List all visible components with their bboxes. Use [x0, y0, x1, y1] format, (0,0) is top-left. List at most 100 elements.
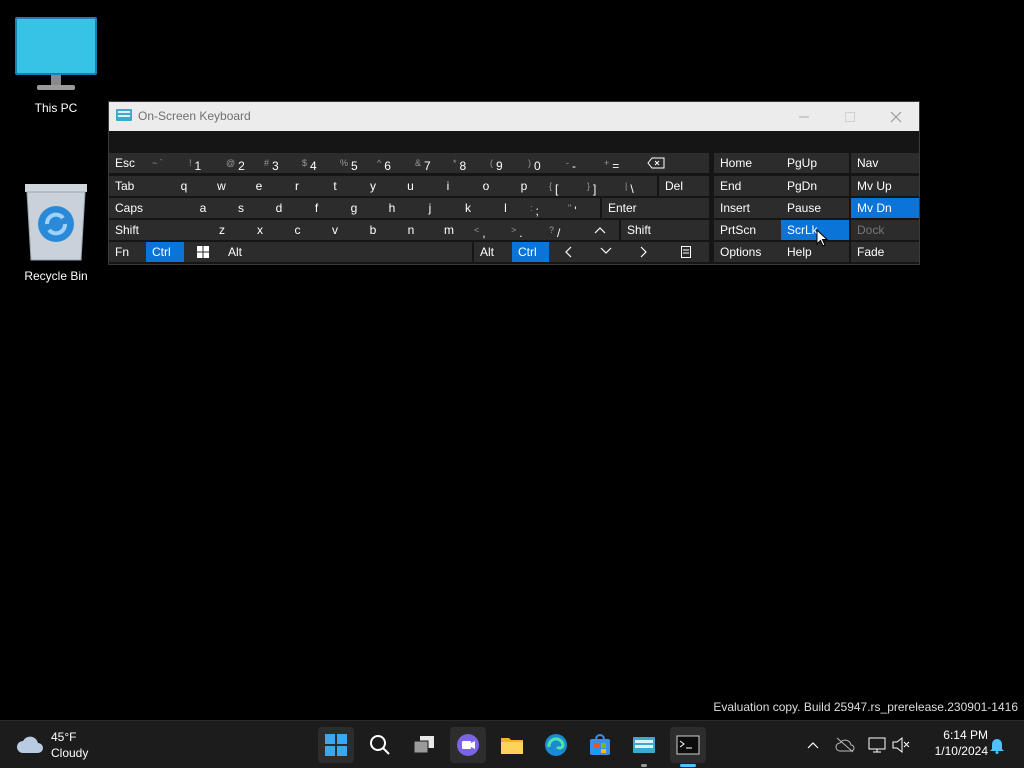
- key-scrlk[interactable]: ScrLk: [781, 220, 849, 240]
- notifications-button[interactable]: [986, 734, 1008, 756]
- key-pause[interactable]: Pause: [781, 198, 849, 218]
- key-menu[interactable]: [663, 242, 709, 262]
- minimize-button[interactable]: [781, 102, 827, 131]
- key-pgup[interactable]: PgUp: [781, 153, 849, 173]
- key-l[interactable]: l: [487, 198, 524, 218]
- key-e[interactable]: e: [240, 176, 278, 196]
- file-explorer-button[interactable]: [494, 727, 530, 763]
- key-alt-right[interactable]: Alt: [474, 242, 512, 262]
- key-alt-left[interactable]: Alt: [222, 242, 260, 262]
- task-view-button[interactable]: [406, 727, 442, 763]
- volume-tray[interactable]: [890, 734, 912, 756]
- onedrive-tray[interactable]: [834, 734, 856, 756]
- key-semicolon[interactable]: :;: [524, 198, 562, 218]
- key-ctrl-right[interactable]: Ctrl: [512, 242, 549, 262]
- search-button[interactable]: [362, 727, 398, 763]
- maximize-button[interactable]: [827, 102, 873, 131]
- key-shift-left[interactable]: Shift: [109, 220, 203, 240]
- key-bracket-open[interactable]: {[: [543, 176, 581, 196]
- key-down-arrow[interactable]: [587, 242, 625, 262]
- key-1[interactable]: ! 1: [183, 153, 220, 173]
- network-tray[interactable]: [866, 734, 888, 756]
- key-m[interactable]: m: [430, 220, 468, 240]
- key-home[interactable]: Home: [714, 153, 781, 173]
- key-9[interactable]: (9: [484, 153, 522, 173]
- chat-button[interactable]: [450, 727, 486, 763]
- key-0[interactable]: ) 0: [522, 153, 560, 173]
- key-6[interactable]: ^ 6: [371, 153, 409, 173]
- key-quote[interactable]: " ': [562, 198, 600, 218]
- key-ctrl-left[interactable]: Ctrl: [146, 242, 184, 262]
- key-n[interactable]: n: [392, 220, 430, 240]
- key-right-arrow[interactable]: [625, 242, 663, 262]
- key-a[interactable]: a: [184, 198, 222, 218]
- key-dock[interactable]: Dock: [851, 220, 919, 240]
- key-options[interactable]: Options: [714, 242, 781, 262]
- key-insert[interactable]: Insert: [714, 198, 781, 218]
- key-end[interactable]: End: [714, 176, 781, 196]
- show-hidden-icons-button[interactable]: [802, 734, 824, 756]
- key-left-arrow[interactable]: [549, 242, 587, 262]
- key-mv-dn[interactable]: Mv Dn: [851, 198, 919, 218]
- key-y[interactable]: y: [354, 176, 392, 196]
- key-g[interactable]: g: [335, 198, 373, 218]
- key-backspace[interactable]: [635, 153, 709, 173]
- key-shift-right[interactable]: Shift: [621, 220, 709, 240]
- key-3[interactable]: #3: [258, 153, 296, 173]
- key-nav[interactable]: Nav: [851, 153, 919, 173]
- key-x[interactable]: x: [241, 220, 279, 240]
- on-screen-keyboard-taskbar-button[interactable]: [626, 727, 662, 767]
- edge-button[interactable]: [538, 727, 574, 763]
- key-5[interactable]: % 5: [334, 153, 371, 173]
- this-pc-desktop-icon[interactable]: This PC: [12, 16, 100, 115]
- key-tab[interactable]: Tab: [109, 176, 165, 196]
- key-bracket-close[interactable]: }]: [581, 176, 619, 196]
- key-2[interactable]: @2: [220, 153, 258, 173]
- key-esc[interactable]: Esc: [109, 153, 146, 173]
- key-u[interactable]: u: [392, 176, 429, 196]
- key-f[interactable]: f: [298, 198, 335, 218]
- recycle-bin-desktop-icon[interactable]: Recycle Bin: [12, 182, 100, 283]
- key-p[interactable]: p: [505, 176, 543, 196]
- key-caps[interactable]: Caps: [109, 198, 184, 218]
- key-mv-up[interactable]: Mv Up: [851, 176, 919, 196]
- start-button[interactable]: [318, 727, 354, 763]
- key-enter[interactable]: Enter: [602, 198, 709, 218]
- key-equals[interactable]: + =: [598, 153, 635, 173]
- close-button[interactable]: [873, 102, 919, 131]
- key-minus[interactable]: --: [560, 153, 598, 173]
- key-k[interactable]: k: [449, 198, 487, 218]
- key-slash[interactable]: ? /: [543, 220, 581, 240]
- key-7[interactable]: & 7: [409, 153, 447, 173]
- key-fade[interactable]: Fade: [851, 242, 919, 262]
- key-space[interactable]: [260, 242, 472, 262]
- key-s[interactable]: s: [222, 198, 260, 218]
- key-del[interactable]: Del: [659, 176, 709, 196]
- key-z[interactable]: z: [203, 220, 241, 240]
- terminal-button[interactable]: [670, 727, 706, 767]
- key-prtscn[interactable]: PrtScn: [714, 220, 781, 240]
- key-o[interactable]: o: [467, 176, 505, 196]
- key-help[interactable]: Help: [781, 242, 849, 262]
- key-i[interactable]: i: [429, 176, 467, 196]
- key-b[interactable]: b: [354, 220, 392, 240]
- key-up-arrow[interactable]: [581, 220, 619, 240]
- weather-widget[interactable]: 45°F Cloudy: [16, 729, 106, 761]
- store-button[interactable]: [582, 727, 618, 763]
- key-tilde[interactable]: ~ `: [146, 153, 183, 173]
- key-pgdn[interactable]: PgDn: [781, 176, 849, 196]
- key-t[interactable]: t: [316, 176, 354, 196]
- key-fn[interactable]: Fn: [109, 242, 146, 262]
- title-bar[interactable]: On-Screen Keyboard: [109, 102, 919, 131]
- key-j[interactable]: j: [411, 198, 449, 218]
- key-comma[interactable]: <,: [468, 220, 505, 240]
- key-v[interactable]: v: [316, 220, 354, 240]
- key-d[interactable]: d: [260, 198, 298, 218]
- key-8[interactable]: * 8: [447, 153, 484, 173]
- clock[interactable]: 6:14 PM 1/10/2024: [918, 728, 988, 758]
- key-backslash[interactable]: | \: [619, 176, 657, 196]
- key-q[interactable]: q: [165, 176, 203, 196]
- key-c[interactable]: c: [279, 220, 316, 240]
- key-period[interactable]: >.: [505, 220, 543, 240]
- key-h[interactable]: h: [373, 198, 411, 218]
